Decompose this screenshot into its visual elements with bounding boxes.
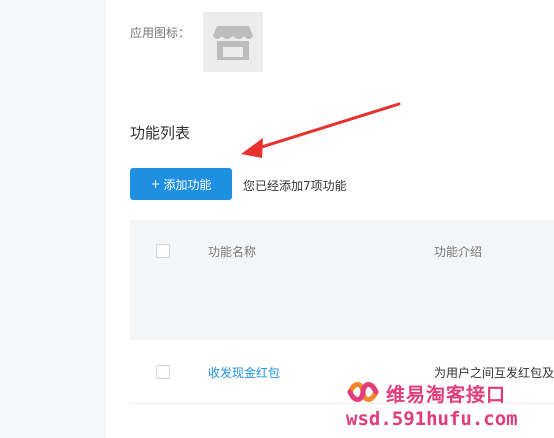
table-header: 功能名称 功能介绍 <box>130 220 554 340</box>
left-sidebar <box>0 0 106 438</box>
brand-logo-icon <box>347 382 379 402</box>
page: 应用图标： 功能列表 + 添加功能 您已经添加7项功能 功能名称 功能介绍 收发… <box>0 0 554 438</box>
section-title: 功能列表 <box>130 124 191 142</box>
function-name-link[interactable]: 收发现金红包 <box>208 364 280 381</box>
column-header-description: 功能介绍 <box>434 245 483 259</box>
main-content: 应用图标： 功能列表 + 添加功能 您已经添加7项功能 功能名称 功能介绍 收发… <box>106 0 554 438</box>
watermark-url: wsd.591hufu.com <box>346 408 518 430</box>
app-icon-upload[interactable] <box>203 12 263 72</box>
select-all-checkbox[interactable] <box>156 244 170 258</box>
plus-icon: + <box>150 177 161 191</box>
watermark: 维易淘客接口 wsd.591hufu.com <box>340 378 540 434</box>
column-header-name: 功能名称 <box>208 245 257 259</box>
app-icon-label: 应用图标： <box>130 26 191 40</box>
add-function-label: 添加功能 <box>163 177 212 192</box>
added-count-text: 您已经添加7项功能 <box>243 179 347 193</box>
add-function-button[interactable]: + 添加功能 <box>130 168 232 200</box>
row-checkbox[interactable] <box>156 365 170 379</box>
watermark-title: 维易淘客接口 <box>386 384 507 406</box>
store-icon <box>213 26 253 60</box>
